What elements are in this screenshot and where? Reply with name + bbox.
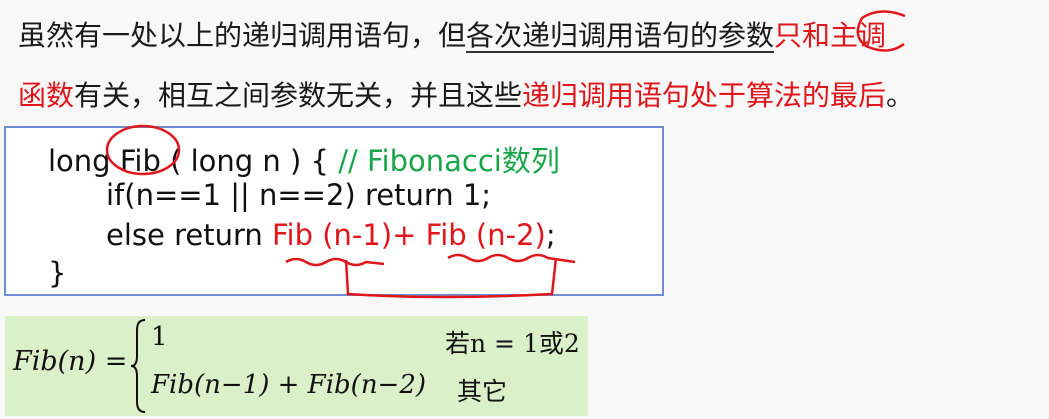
text-segment: 。 xyxy=(886,79,915,112)
formula-case-1: 1 xyxy=(151,322,168,352)
code-line-2: if(n==1 || n==2) return 1; xyxy=(106,178,492,212)
red-text: 函数 xyxy=(18,79,75,112)
code-keyword: else return xyxy=(106,218,272,252)
code-comment: // Fibonacci数列 xyxy=(338,144,560,178)
formula-block: Fib(n) = 1 Fib(n−1) + Fib(n−2) 若n = 1或2 … xyxy=(5,316,588,416)
code-signature: ( long n ) { xyxy=(160,144,339,178)
highlighted-param-text: 参数 xyxy=(718,19,775,52)
function-name: Fib xyxy=(119,144,161,178)
code-semicolon: ; xyxy=(545,218,556,252)
red-text: 递归调用语句处于算法的最后 xyxy=(522,79,887,112)
formula-condition-1: 若n = 1或2 xyxy=(445,329,580,358)
underlined-text: 各次递归调用语句的 xyxy=(466,19,719,52)
code-line-4: } xyxy=(48,256,67,290)
recursive-calls: Fib (n-1)+ Fib (n-2) xyxy=(271,218,546,252)
formula-case-2: Fib(n−1) + Fib(n−2) xyxy=(151,370,427,400)
red-text: 只和主调 xyxy=(774,19,887,52)
code-line-3: else return Fib (n-1)+ Fib (n-2); xyxy=(106,218,556,252)
formula-condition-2: 其它 xyxy=(457,377,508,406)
text-segment: 虽然有一处以上的递归调用语句，但 xyxy=(18,19,467,52)
code-block: long Fib ( long n ) { // Fibonacci数列 if(… xyxy=(4,126,664,296)
code-line-1: long Fib ( long n ) { // Fibonacci数列 xyxy=(48,138,560,180)
code-keyword: long xyxy=(48,144,120,178)
curly-brace-icon xyxy=(130,319,146,413)
explanation-paragraph: 虽然有一处以上的递归调用语句，但各次递归调用语句的参数只和主调 函数有关，相互之… xyxy=(18,6,1043,126)
paragraph-line-1: 虽然有一处以上的递归调用语句，但各次递归调用语句的参数只和主调 xyxy=(18,6,1043,66)
paragraph-line-2: 函数有关，相互之间参数无关，并且这些递归调用语句处于算法的最后。 xyxy=(18,66,1043,126)
formula-lhs: Fib(n) = xyxy=(13,346,128,377)
text-segment: 有关，相互之间参数无关，并且这些 xyxy=(74,79,523,112)
